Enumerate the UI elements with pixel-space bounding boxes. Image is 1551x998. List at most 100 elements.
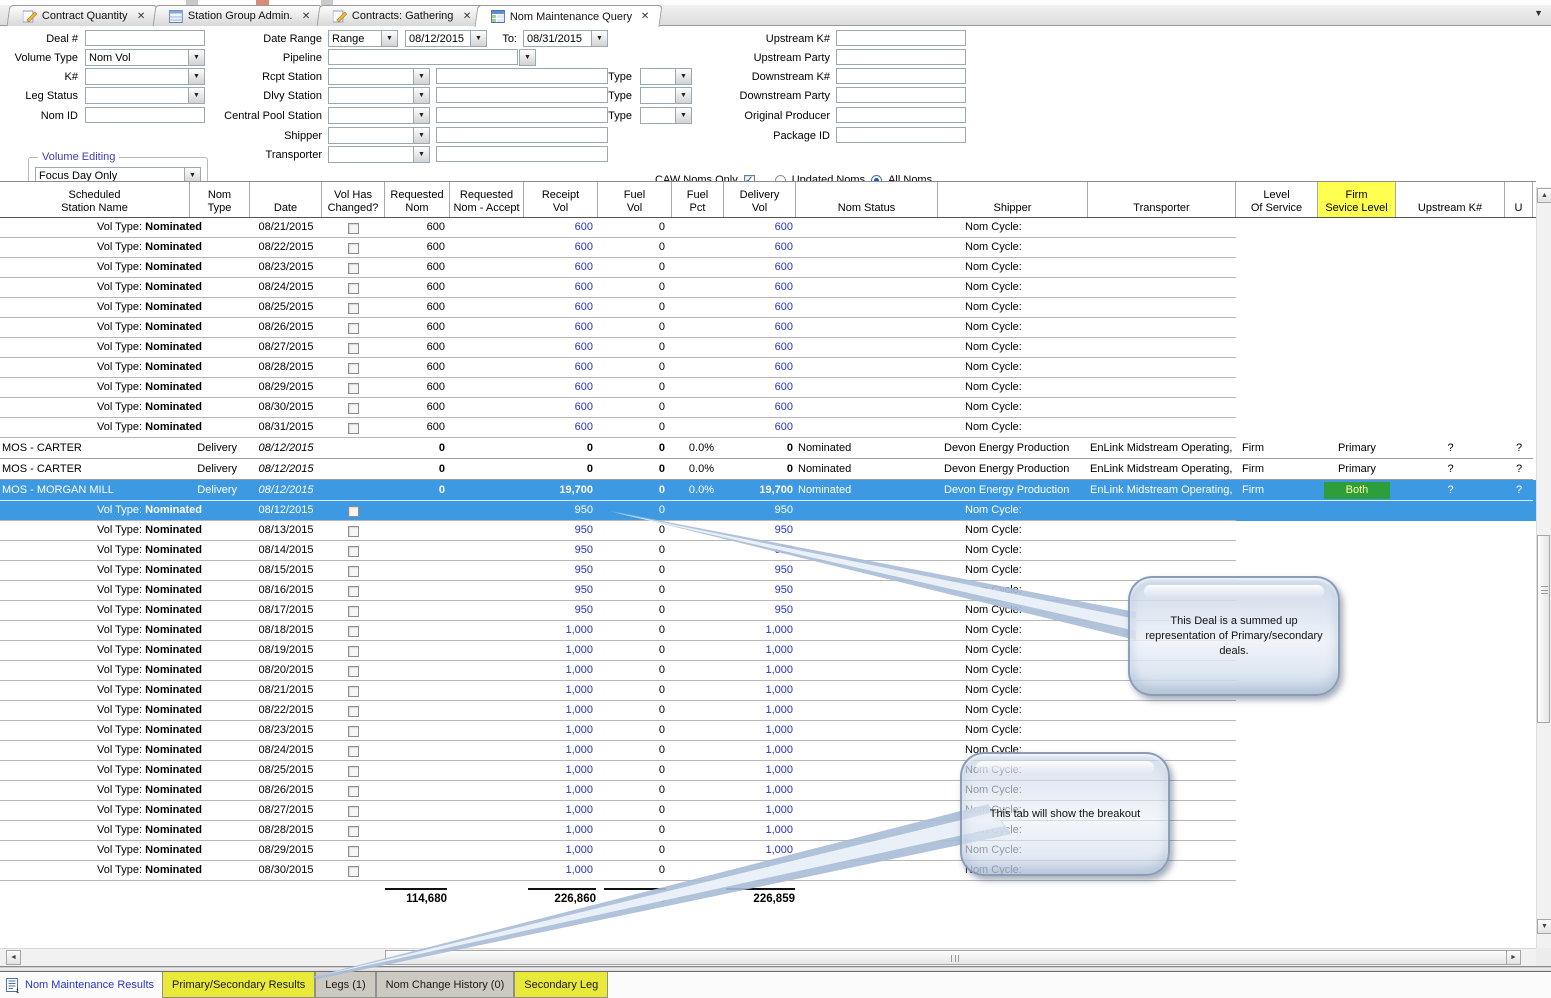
vol-changed-checkbox[interactable]	[348, 303, 359, 314]
vol-type-detail-row[interactable]: Vol Type: Nominated08/14/20159500950Nom …	[0, 541, 1536, 561]
vol-changed-checkbox[interactable]	[348, 686, 359, 697]
vol-type-detail-row[interactable]: Vol Type: Nominated08/29/20156006000600N…	[0, 378, 1536, 398]
vol-type-detail-row[interactable]: Vol Type: Nominated08/30/20151,00001,000…	[0, 861, 1536, 881]
station-summary-row[interactable]: MOS - CARTERDelivery08/12/20150000.0%0No…	[0, 438, 1536, 459]
vol-changed-checkbox[interactable]	[348, 223, 359, 234]
vol-changed-checkbox[interactable]	[348, 403, 359, 414]
vol-type-detail-row[interactable]: Vol Type: Nominated08/31/20156006000600N…	[0, 418, 1536, 438]
downstream-party-input[interactable]	[836, 87, 966, 103]
dropdown-arrow-icon[interactable]: ▼	[413, 108, 429, 123]
vol-changed-checkbox[interactable]	[348, 383, 359, 394]
dropdown-arrow-icon[interactable]: ▼	[675, 108, 691, 123]
dropdown-arrow-icon[interactable]: ▼	[470, 31, 486, 46]
vol-changed-checkbox[interactable]	[348, 746, 359, 757]
downstream-k-input[interactable]	[836, 68, 966, 84]
scroll-up-button[interactable]: ▲	[1537, 188, 1551, 203]
deal-input[interactable]	[85, 30, 205, 46]
vol-type-detail-row[interactable]: Vol Type: Nominated08/12/20159500950Nom …	[0, 501, 1536, 521]
vol-changed-checkbox[interactable]	[348, 706, 359, 717]
rcpt-type-select[interactable]: ▼	[640, 68, 692, 85]
column-header-u2[interactable]: U	[1505, 182, 1533, 217]
volume-type-select[interactable]: Nom Vol▼	[85, 49, 205, 66]
column-header-transporter[interactable]: Transporter	[1088, 182, 1236, 217]
column-header-acc[interactable]: Requested Nom - Accept	[450, 182, 524, 217]
column-header-station[interactable]: Scheduled Station Name	[0, 182, 190, 217]
vol-type-detail-row[interactable]: Vol Type: Nominated08/22/20156006000600N…	[0, 238, 1536, 258]
tab-overflow-icon[interactable]: ▼	[1534, 8, 1543, 18]
vol-changed-checkbox[interactable]	[348, 363, 359, 374]
pipeline-dropdown-button[interactable]: ▼	[519, 49, 536, 66]
station-summary-row[interactable]: MOS - CARTERDelivery08/12/20150000.0%0No…	[0, 459, 1536, 480]
transporter-select[interactable]: ▼	[328, 146, 430, 163]
close-icon[interactable]: ✕	[641, 11, 649, 22]
vol-changed-checkbox[interactable]	[348, 526, 359, 537]
date-from-picker[interactable]: 08/12/2015▼	[405, 30, 487, 47]
vol-changed-checkbox[interactable]	[348, 546, 359, 557]
vol-type-detail-row[interactable]: Vol Type: Nominated08/30/20156006000600N…	[0, 398, 1536, 418]
vol-changed-checkbox[interactable]	[348, 323, 359, 334]
vol-changed-checkbox[interactable]	[348, 846, 359, 857]
vol-changed-checkbox[interactable]	[348, 343, 359, 354]
dlvy-station-select[interactable]: ▼	[328, 87, 430, 104]
tab-primary-secondary-results[interactable]: Primary/Secondary Results	[162, 972, 315, 998]
column-header-pct[interactable]: Fuel Pct	[672, 182, 724, 217]
tab-contract-quantity[interactable]: Contract Quantity ✕	[7, 5, 158, 26]
vol-changed-checkbox[interactable]	[348, 726, 359, 737]
column-header-los[interactable]: Level Of Service	[1236, 182, 1318, 217]
vol-changed-checkbox[interactable]	[348, 646, 359, 657]
vol-type-detail-row[interactable]: Vol Type: Nominated08/28/20156006000600N…	[0, 358, 1536, 378]
shipper-select[interactable]: ▼	[328, 127, 430, 144]
vol-changed-checkbox[interactable]	[348, 423, 359, 434]
close-icon[interactable]: ✕	[301, 11, 309, 22]
column-header-del[interactable]: Delivery Vol	[724, 182, 796, 217]
vol-changed-checkbox[interactable]	[348, 566, 359, 577]
vol-type-detail-row[interactable]: Vol Type: Nominated08/21/20156006000600N…	[0, 218, 1536, 238]
original-producer-input[interactable]	[836, 107, 966, 123]
vol-changed-checkbox[interactable]	[348, 606, 359, 617]
vol-changed-checkbox[interactable]	[348, 866, 359, 877]
dropdown-arrow-icon[interactable]: ▼	[381, 31, 397, 46]
vol-type-detail-row[interactable]: Vol Type: Nominated08/26/20156006000600N…	[0, 318, 1536, 338]
vol-type-detail-row[interactable]: Vol Type: Nominated08/24/20156006000600N…	[0, 278, 1536, 298]
dropdown-arrow-icon[interactable]: ▼	[675, 69, 691, 84]
column-header-rec[interactable]: Receipt Vol	[524, 182, 598, 217]
upstream-k-input[interactable]	[836, 30, 966, 46]
k-number-select[interactable]: ▼	[85, 68, 205, 85]
vol-changed-checkbox[interactable]	[348, 283, 359, 294]
package-id-input[interactable]	[836, 127, 966, 143]
horizontal-scroll-thumb[interactable]	[385, 950, 1517, 965]
station-summary-row[interactable]: MOS - MORGAN MILLDelivery08/12/2015019,7…	[0, 480, 1536, 501]
tab-secondary-leg[interactable]: Secondary Leg	[514, 972, 608, 998]
vol-changed-checkbox[interactable]	[348, 626, 359, 637]
scroll-left-button[interactable]: ◄	[6, 950, 21, 965]
date-to-picker[interactable]: 08/31/2015▼	[523, 30, 608, 47]
dropdown-arrow-icon[interactable]: ▼	[413, 128, 429, 143]
central-pool-type-select[interactable]: ▼	[640, 107, 692, 124]
scroll-right-button[interactable]: ►	[1506, 950, 1521, 965]
scroll-down-button[interactable]: ▼	[1537, 919, 1551, 934]
tab-nom-maintenance-results[interactable]: 1 Nom Maintenance Results	[0, 972, 162, 998]
column-header-date[interactable]: Date	[250, 182, 322, 217]
tab-station-group-admin[interactable]: Station Group Admin. ✕	[153, 5, 323, 26]
column-header-req[interactable]: Requested Nom	[385, 182, 450, 217]
vol-type-detail-row[interactable]: Vol Type: Nominated08/27/20151,00001,000…	[0, 801, 1536, 821]
leg-status-select[interactable]: ▼	[85, 87, 205, 104]
dropdown-arrow-icon[interactable]: ▼	[413, 88, 429, 103]
column-header-nomtype[interactable]: Nom Type	[190, 182, 250, 217]
vol-type-detail-row[interactable]: Vol Type: Nominated08/27/20156006000600N…	[0, 338, 1536, 358]
tab-contracts-gathering[interactable]: Contracts: Gathering ✕	[317, 5, 484, 26]
vol-type-detail-row[interactable]: Vol Type: Nominated08/25/20151,00001,000…	[0, 761, 1536, 781]
transporter-input[interactable]	[436, 146, 608, 162]
column-header-upk[interactable]: Upstream K#	[1396, 182, 1505, 217]
vol-changed-checkbox[interactable]	[348, 766, 359, 777]
tab-legs[interactable]: Legs (1)	[315, 972, 375, 998]
horizontal-scrollbar[interactable]: ◄ ►	[0, 948, 1536, 966]
vol-type-detail-row[interactable]: Vol Type: Nominated08/13/20159500950Nom …	[0, 521, 1536, 541]
shipper-input[interactable]	[436, 127, 608, 143]
tab-nom-change-history[interactable]: Nom Change History (0)	[376, 972, 515, 998]
vol-changed-checkbox[interactable]	[348, 826, 359, 837]
dropdown-arrow-icon[interactable]: ▼	[413, 69, 429, 84]
vol-type-detail-row[interactable]: Vol Type: Nominated08/23/20151,00001,000…	[0, 721, 1536, 741]
date-range-select[interactable]: Range▼	[328, 30, 398, 47]
vertical-scrollbar[interactable]: ▲ ▼	[1536, 187, 1551, 948]
